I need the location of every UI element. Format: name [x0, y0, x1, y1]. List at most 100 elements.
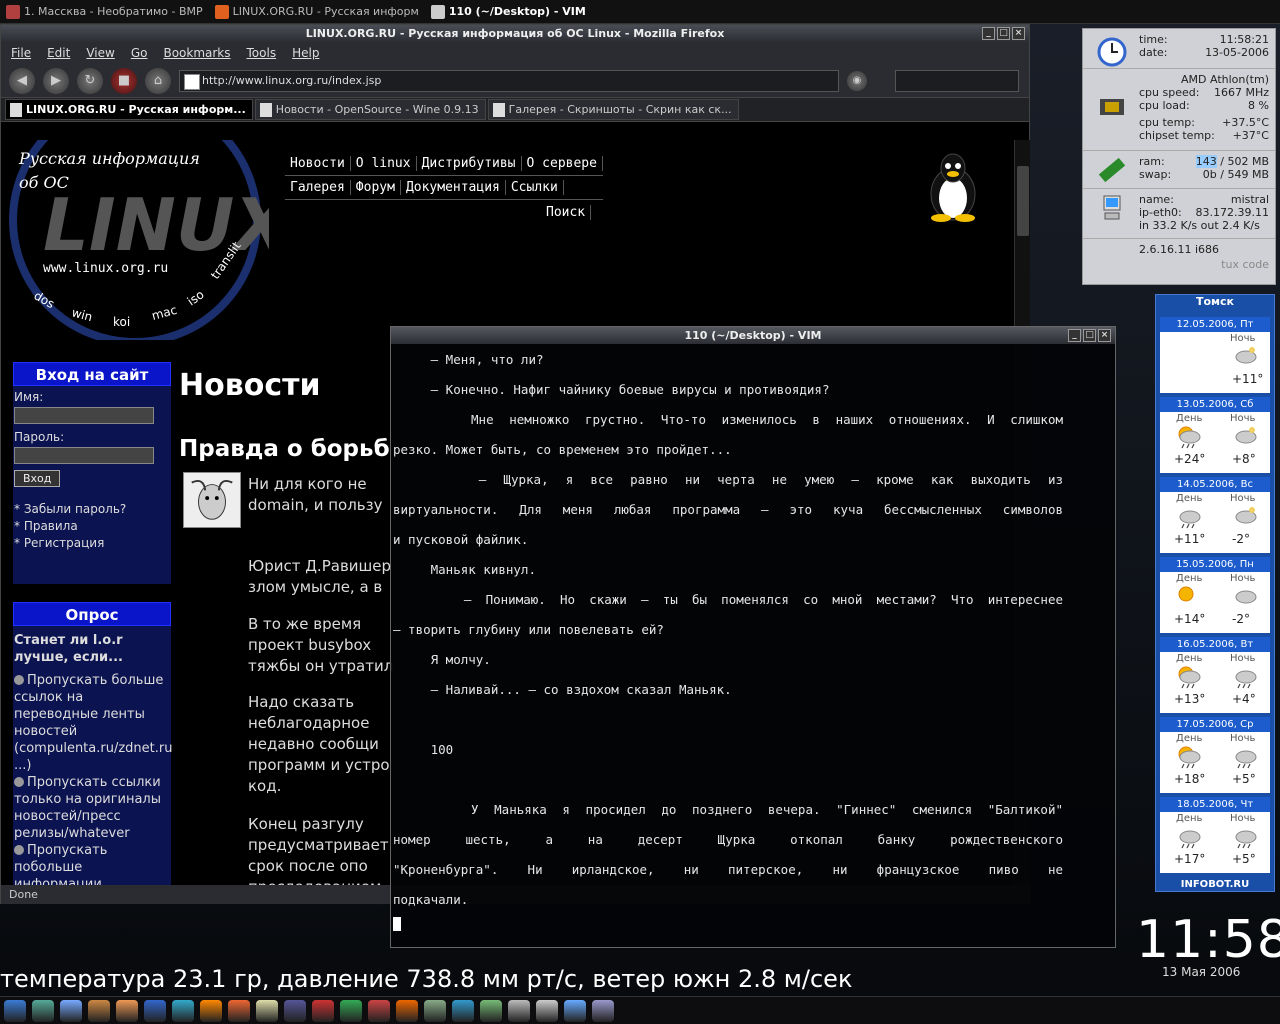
site-nav-link[interactable]: Форум [351, 180, 401, 195]
weather-city: Томск [1195, 295, 1235, 308]
minimize-button[interactable]: _ [982, 27, 995, 40]
logo-ring-word: koi [113, 315, 130, 329]
login-link[interactable]: * Правила [14, 518, 171, 535]
home-button[interactable]: ⌂ [145, 67, 171, 94]
night-label: Ночь [1230, 813, 1256, 824]
login-button[interactable]: Вход [14, 470, 61, 487]
site-nav-link[interactable]: Дистрибутивы [417, 156, 522, 171]
launcher-icon[interactable] [172, 999, 194, 1022]
night-temperature: +5° [1232, 852, 1256, 866]
name-field[interactable] [14, 407, 154, 424]
scrollbar-thumb[interactable] [1017, 166, 1029, 236]
launcher-icon[interactable] [32, 999, 54, 1022]
site-nav-link[interactable]: Новости [285, 156, 351, 171]
launcher-icon[interactable] [60, 999, 82, 1022]
menu-edit[interactable]: Edit [47, 46, 70, 60]
forecast-day: Ночь +11° [1160, 332, 1270, 393]
launcher-icon[interactable] [592, 999, 614, 1022]
chipset-temp-label: chipset temp: [1139, 129, 1215, 142]
vim-close-button[interactable]: × [1098, 329, 1111, 342]
go-button[interactable]: ◉ [847, 70, 867, 91]
vim-line: номер шесть, а на десерт Щурка откопал б… [393, 832, 1063, 847]
launcher-icon[interactable] [452, 999, 474, 1022]
site-nav-link[interactable]: О linux [351, 156, 417, 171]
reload-button[interactable]: ↻ [77, 67, 103, 94]
system-monitor-widget: time: 11:58:21 date: 13-05-2006 AMD Athlon… [1082, 28, 1276, 285]
launcher-icon[interactable] [368, 999, 390, 1022]
launcher-icon[interactable] [144, 999, 166, 1022]
menu-tools[interactable]: Tools [247, 46, 277, 60]
browser-tab[interactable]: Галерея - Скриншоты - Скрин как ск... [487, 99, 739, 120]
login-link[interactable]: * Регистрация [14, 535, 171, 552]
site-nav-link[interactable]: О сервере [522, 156, 603, 171]
login-link[interactable]: * Забыли пароль? [14, 501, 171, 518]
tux-icon [930, 153, 976, 222]
date-value: 13-05-2006 [1205, 46, 1269, 59]
taskbar-task[interactable]: LINUX.ORG.RU - Русская информ [209, 1, 425, 23]
close-button[interactable]: × [1012, 27, 1025, 40]
back-button[interactable]: ◀ [9, 67, 35, 94]
maximize-button[interactable]: □ [997, 27, 1010, 40]
launcher-icon[interactable] [340, 999, 362, 1022]
forward-button[interactable]: ▶ [43, 67, 69, 94]
launcher-icon[interactable] [312, 999, 334, 1022]
site-logo[interactable]: LINUX Русская информация об ОС www.linux… [9, 140, 269, 340]
launcher-icon[interactable] [228, 999, 250, 1022]
vim-maximize-button[interactable]: □ [1083, 329, 1096, 342]
browser-tab[interactable]: Новости - OpenSource - Wine 0.9.13 [254, 99, 486, 120]
stop-button[interactable]: ■ [111, 67, 137, 94]
forecast-day: День +17° Ночь +5° [1160, 812, 1270, 873]
menu-go[interactable]: Go [131, 46, 148, 60]
launcher-icon[interactable] [396, 999, 418, 1022]
vim-text-area[interactable]: – Меня, что ли? – Конечно. Нафиг чайнику… [393, 345, 1063, 935]
launcher-icon[interactable] [284, 999, 306, 1022]
logo-ring-word: iso [185, 287, 207, 308]
rain-icon [1230, 744, 1258, 770]
launcher-icon[interactable] [480, 999, 502, 1022]
launcher-icon[interactable] [4, 999, 26, 1022]
weather-footer[interactable]: INFOBOT.RU [1156, 879, 1274, 890]
launcher-icon[interactable] [88, 999, 110, 1022]
site-nav-link[interactable]: Ссылки [506, 180, 564, 195]
firefox-titlebar[interactable]: LINUX.ORG.RU - Русская информация об ОС … [1, 25, 1029, 42]
day-label: День [1176, 493, 1203, 504]
menu-view[interactable]: View [86, 46, 114, 60]
launcher-icon[interactable] [116, 999, 138, 1022]
poll-option[interactable]: Пропускать ссылки только на оригиналы но… [13, 774, 171, 842]
site-nav-link[interactable]: Галерея [285, 180, 351, 195]
taskbar-task[interactable]: 1. Массква - Необратимо - BMP [0, 1, 209, 23]
status-text: Done [9, 888, 38, 901]
vim-line [393, 765, 1063, 795]
browser-tab[interactable]: LINUX.ORG.RU - Русская информ... [5, 99, 253, 120]
launcher-icon[interactable] [424, 999, 446, 1022]
kernel-version: 2.6.16.11 i686 [1139, 243, 1220, 256]
launcher-icon[interactable] [536, 999, 558, 1022]
launcher-icon[interactable] [200, 999, 222, 1022]
menu-help[interactable]: Help [292, 46, 319, 60]
night-label: Ночь [1230, 573, 1256, 584]
vim-line: резко. Может быть, со временем это пройд… [393, 442, 732, 457]
menu-file[interactable]: File [11, 46, 31, 60]
site-nav-link[interactable]: Поиск [541, 204, 592, 220]
forecast-date: 16.05.2006, Вт [1160, 637, 1270, 652]
forecast-day: День +24° Ночь +8° [1160, 412, 1270, 473]
swap-label: swap: [1139, 168, 1172, 181]
night-label: Ночь [1230, 333, 1256, 344]
poll-option[interactable]: Пропускать побольше информации [13, 842, 171, 885]
menu-bookmarks[interactable]: Bookmarks [163, 46, 230, 60]
cloud-night-icon [1230, 504, 1258, 530]
launcher-icon[interactable] [256, 999, 278, 1022]
password-label: Пароль: [14, 430, 65, 444]
site-nav-link[interactable]: Документация [401, 180, 506, 195]
vim-titlebar[interactable]: 110 (~/Desktop) - VIM _ □ × [391, 327, 1115, 344]
taskbar-task[interactable]: 110 (~/Desktop) - VIM [425, 1, 592, 23]
search-input[interactable] [895, 69, 1019, 92]
vim-minimize-button[interactable]: _ [1068, 329, 1081, 342]
url-bar[interactable]: http://www.linux.org.ru/index.jsp [179, 69, 839, 92]
launcher-icon[interactable] [564, 999, 586, 1022]
launcher-icon[interactable] [508, 999, 530, 1022]
cpu-speed-value: 1667 MHz [1213, 86, 1269, 99]
password-field[interactable] [14, 447, 154, 464]
poll-option[interactable]: Пропускать больше ссылок на переводные л… [13, 672, 172, 774]
news-title[interactable]: Правда о борьб [179, 436, 390, 462]
